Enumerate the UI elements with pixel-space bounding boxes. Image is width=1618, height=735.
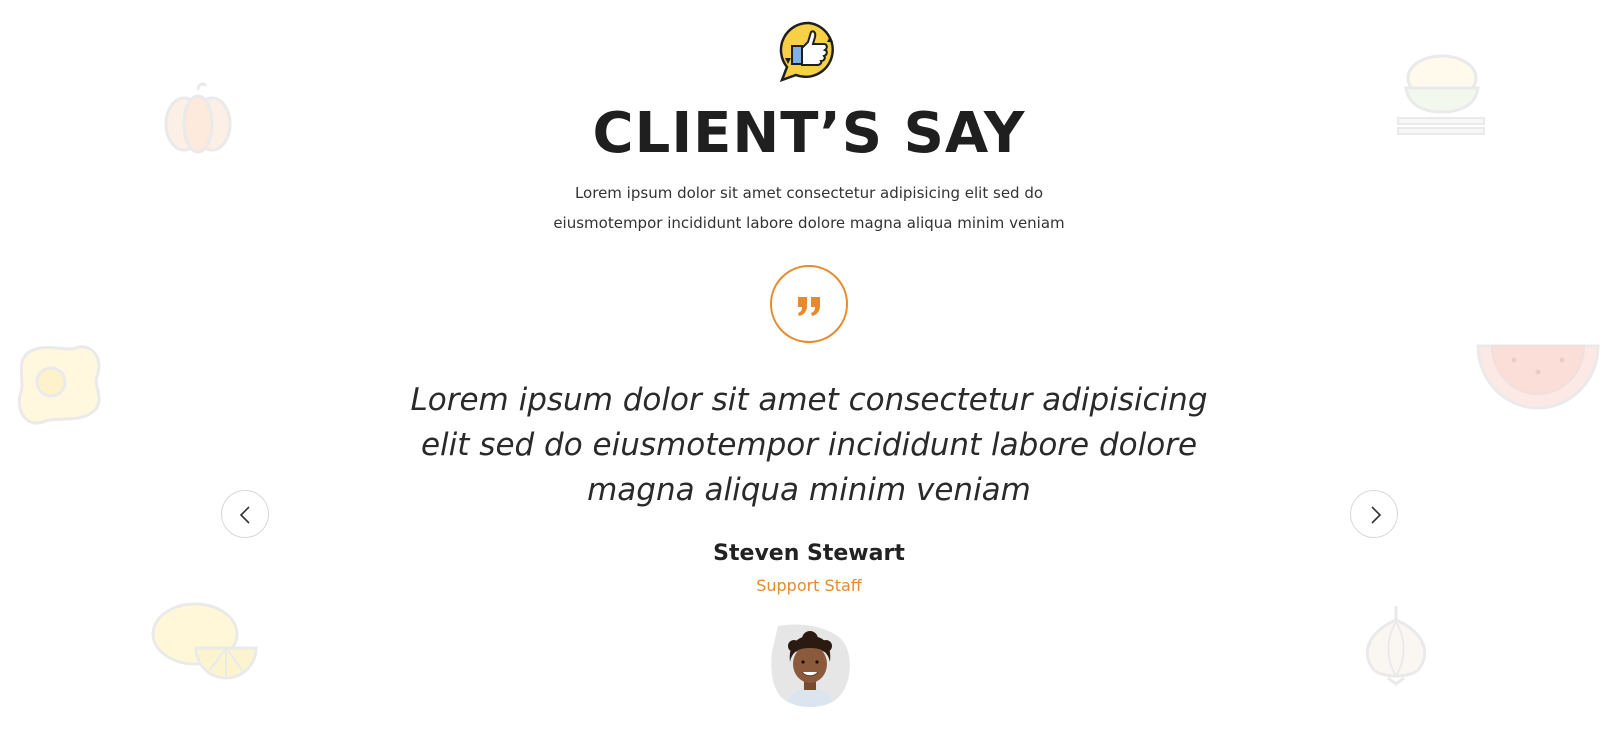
subtitle-line: Lorem ipsum dolor sit amet consectetur a… [574, 184, 1044, 202]
author-name: Steven Stewart [713, 541, 905, 566]
section-subtitle: Lorem ipsum dolor sit amet consectetur a… [0, 178, 1618, 238]
chevron-left-icon [239, 506, 250, 524]
subtitle-line: eiusmotempor incididunt labore dolore ma… [553, 214, 1065, 232]
thumbs-up-speech-bubble-icon [778, 20, 840, 83]
onion-icon [1358, 602, 1434, 686]
quote-line: elit sed do eiusmotempor incididunt labo… [420, 427, 1198, 463]
author-role: Support Staff [756, 576, 862, 595]
section-title: CLIENT’S SAY [592, 101, 1026, 166]
lemon-icon [150, 600, 260, 682]
next-testimonial-button[interactable] [1350, 490, 1398, 538]
prev-testimonial-button[interactable] [221, 490, 269, 538]
testimonial-section: CLIENT’S SAY Lorem ipsum dolor sit amet … [0, 0, 1618, 735]
quote-icon [770, 265, 848, 343]
quote-line: Lorem ipsum dolor sit amet consectetur a… [410, 382, 1208, 418]
avatar [770, 622, 850, 710]
chevron-right-icon [1371, 506, 1382, 524]
